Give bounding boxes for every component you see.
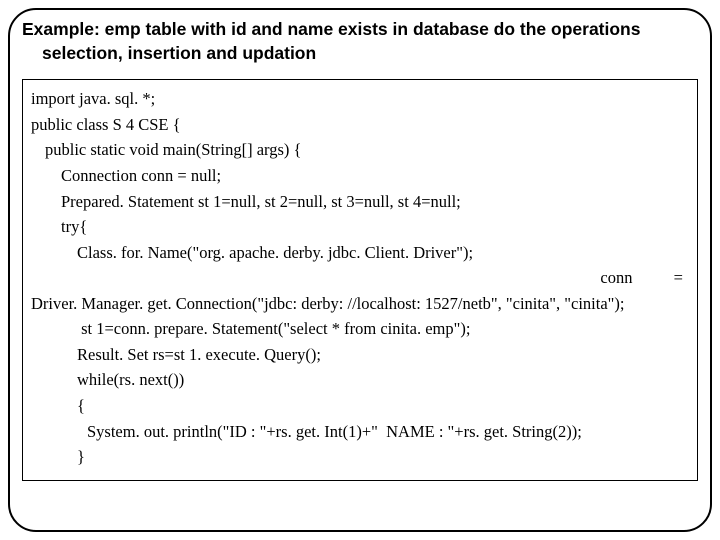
code-line: Connection conn = null; bbox=[31, 163, 689, 189]
conn-var: conn bbox=[80, 265, 632, 291]
code-box: import java. sql. *; public class S 4 CS… bbox=[22, 79, 698, 480]
slide-frame: Example: emp table with id and name exis… bbox=[8, 8, 712, 532]
code-line: } bbox=[31, 444, 689, 470]
code-line: x conn = bbox=[31, 265, 689, 291]
conn-eq: = bbox=[674, 265, 689, 291]
title-section: Example: emp table with id and name exis… bbox=[22, 16, 698, 73]
code-line: import java. sql. *; bbox=[31, 86, 689, 112]
code-line: public static void main(String[] args) { bbox=[31, 137, 689, 163]
code-line: public class S 4 CSE { bbox=[31, 112, 689, 138]
code-line: Prepared. Statement st 1=null, st 2=null… bbox=[31, 189, 689, 215]
code-line: Driver. Manager. get. Connection("jdbc: … bbox=[31, 291, 689, 317]
title-line-2: selection, insertion and updation bbox=[22, 42, 698, 66]
code-line: st 1=conn. prepare. Statement("select * … bbox=[31, 316, 689, 342]
title-line-1: Example: emp table with id and name exis… bbox=[22, 18, 698, 42]
code-line: Result. Set rs=st 1. execute. Query(); bbox=[31, 342, 689, 368]
code-line: Class. for. Name("org. apache. derby. jd… bbox=[31, 240, 689, 266]
code-line: { bbox=[31, 393, 689, 419]
code-line: try{ bbox=[31, 214, 689, 240]
code-line: System. out. println("ID : "+rs. get. In… bbox=[31, 419, 689, 445]
code-line: while(rs. next()) bbox=[31, 367, 689, 393]
